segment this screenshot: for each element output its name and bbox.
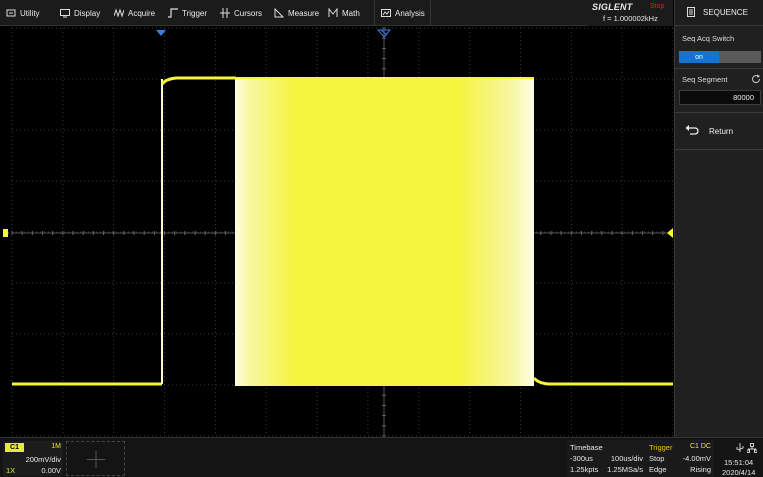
math-icon xyxy=(328,8,338,18)
trigger-mode: Stop xyxy=(649,454,665,463)
menu-acquire[interactable]: Acquire xyxy=(114,0,155,26)
clock-date: 2020/4/14 xyxy=(722,468,756,477)
menu-analysis[interactable]: Analysis xyxy=(381,0,425,26)
memory-depth: 1.25kpts xyxy=(570,465,599,474)
menu-divider xyxy=(430,0,431,26)
run-status[interactable]: Stop xyxy=(650,3,664,10)
menu-utility[interactable]: Utility xyxy=(6,0,40,26)
clock-area: 15:51:04 2020/4/14 xyxy=(716,440,762,477)
menu-label: Acquire xyxy=(128,8,156,18)
add-channel-button[interactable] xyxy=(66,441,125,476)
sample-rate: 1.25MSa/s xyxy=(607,465,643,474)
ch1-probe: 1X xyxy=(6,466,16,475)
trigger-type: Edge xyxy=(649,465,667,474)
timebase-scale: 100us/div xyxy=(610,454,643,463)
refresh-icon[interactable] xyxy=(751,74,761,84)
seq-acq-switch-label: Seq Acq Switch xyxy=(682,34,735,43)
return-icon xyxy=(685,124,699,138)
menu-divider xyxy=(374,0,375,26)
sequence-icon xyxy=(686,6,696,19)
timebase-settings[interactable]: Timebase -300us 100us/div 1.25kpts 1.25M… xyxy=(567,440,646,477)
plus-icon xyxy=(87,451,105,468)
brand-area: SIGLENT Stop f = 1.000002kHz xyxy=(588,0,673,26)
ch1-settings[interactable]: C1 1M 200mV/div 1X 0.00V xyxy=(3,441,63,476)
menu-label: Display xyxy=(74,8,101,18)
menu-bar: Utility Display Acquire Trigger Cursors … xyxy=(0,0,673,26)
menu-label: Cursors xyxy=(234,8,263,18)
ch1-trace xyxy=(12,76,673,386)
trigger-level: -4.00mV xyxy=(682,454,711,463)
menu-label: Math xyxy=(342,8,360,18)
seq-segment-input[interactable]: 80000 xyxy=(679,90,761,105)
timebase-delay: -300us xyxy=(570,454,593,463)
analysis-icon xyxy=(381,8,391,18)
ch1-tag: C1 xyxy=(5,443,24,452)
trace-persistence-band xyxy=(235,77,534,386)
seq-segment-label: Seq Segment xyxy=(682,75,728,84)
status-bar: C1 1M 200mV/div 1X 0.00V Timebase -300us… xyxy=(0,437,763,477)
menu-math[interactable]: Math xyxy=(328,0,360,26)
panel-header: SEQUENCE xyxy=(675,0,763,26)
acquire-icon xyxy=(114,8,124,18)
ch1-scale: 200mV/div xyxy=(25,455,61,464)
siglent-logo: SIGLENT xyxy=(592,2,633,12)
ch1-offset-marker-tab xyxy=(3,229,8,237)
trace-high-overshoot xyxy=(160,76,236,86)
trigger-icon xyxy=(168,8,178,18)
trigger-source: C1 DC xyxy=(689,443,711,450)
frequency-counter: f = 1.000002kHz xyxy=(603,14,658,23)
sequence-panel: SEQUENCE Seq Acq Switch on Seq Segment 8… xyxy=(674,0,763,437)
cursors-icon xyxy=(220,8,230,18)
panel-divider xyxy=(675,68,763,69)
return-label: Return xyxy=(709,126,734,136)
display-icon xyxy=(60,8,70,18)
trace-falling-tail xyxy=(532,376,673,386)
menu-cursors[interactable]: Cursors xyxy=(220,0,262,26)
ch1-offset: 0.00V xyxy=(41,466,61,475)
utility-icon xyxy=(6,8,16,18)
seq-acq-switch[interactable]: on xyxy=(679,51,761,63)
waveform-display[interactable] xyxy=(0,27,673,437)
network-icon xyxy=(746,443,758,455)
return-button[interactable]: Return xyxy=(675,112,763,150)
usb-icon xyxy=(736,443,744,455)
menu-display[interactable]: Display xyxy=(60,0,100,26)
menu-label: Analysis xyxy=(395,8,425,18)
menu-trigger[interactable]: Trigger xyxy=(168,0,207,26)
ch1-impedance: 1M xyxy=(51,443,61,450)
measure-icon xyxy=(274,8,284,18)
timebase-title: Timebase xyxy=(570,443,603,452)
menu-label: Measure xyxy=(288,8,320,18)
trigger-level-marker xyxy=(667,228,673,238)
seq-acq-switch-on: on xyxy=(679,51,719,63)
menu-measure[interactable]: Measure xyxy=(274,0,319,26)
clock-time: 15:51:04 xyxy=(724,458,754,467)
menu-label: Trigger xyxy=(182,8,208,18)
panel-title: SEQUENCE xyxy=(703,8,748,17)
trigger-settings[interactable]: Trigger C1 DC Stop -4.00mV Edge Rising xyxy=(646,440,714,477)
menu-label: Utility xyxy=(20,8,40,18)
trigger-slope: Rising xyxy=(690,465,711,474)
trigger-title: Trigger xyxy=(649,443,673,452)
